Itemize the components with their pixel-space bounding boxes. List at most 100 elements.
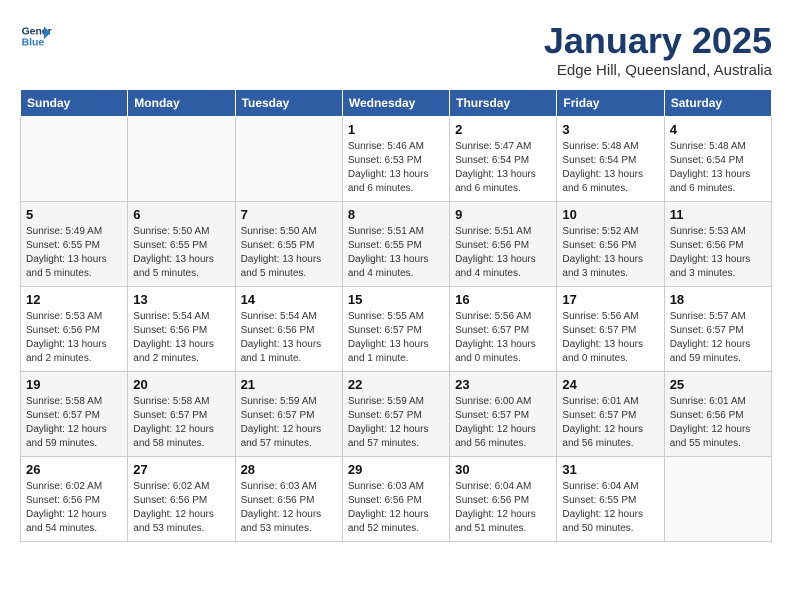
day-cell: 26 Sunrise: 6:02 AM Sunset: 6:56 PM Dayli… — [21, 457, 128, 542]
day-cell: 27Sunrise: 6:02 AM Sunset: 6:56 PM Dayli… — [128, 457, 235, 542]
day-number: 31 — [562, 462, 658, 477]
day-number: 21 — [241, 377, 337, 392]
day-number: 25 — [670, 377, 766, 392]
day-info: Sunrise: 5:56 AM Sunset: 6:57 PM Dayligh… — [455, 310, 551, 366]
col-header-thursday: Thursday — [450, 90, 557, 117]
day-cell: 17Sunrise: 5:56 AM Sunset: 6:57 PM Dayli… — [557, 287, 664, 372]
week-row-1: 1 Sunrise: 5:46 AM Sunset: 6:53 PM Daylig… — [21, 117, 772, 202]
day-number: 12 — [26, 292, 122, 307]
calendar-table: SundayMondayTuesdayWednesdayThursdayFrid… — [20, 89, 772, 542]
header-row: SundayMondayTuesdayWednesdayThursdayFrid… — [21, 90, 772, 117]
day-number: 11 — [670, 207, 766, 222]
day-cell — [128, 117, 235, 202]
day-cell: 13 Sunrise: 5:54 AM Sunset: 6:56 PM Dayli… — [128, 287, 235, 372]
day-info: Sunrise: 5:52 AM Sunset: 6:56 PM Dayligh… — [562, 225, 658, 281]
day-cell: 16 Sunrise: 5:56 AM Sunset: 6:57 PM Dayli… — [450, 287, 557, 372]
day-info: Sunrise: 6:01 AM Sunset: 6:56 PM Dayligh… — [670, 395, 766, 451]
day-number: 20 — [133, 377, 229, 392]
day-info: Sunrise: 5:57 AM Sunset: 6:57 PM Dayligh… — [670, 310, 766, 366]
day-info: Sunrise: 6:04 AM Sunset: 6:56 PM Dayligh… — [455, 480, 551, 536]
day-number: 4 — [670, 122, 766, 137]
day-number: 22 — [348, 377, 444, 392]
day-info: Sunrise: 6:01 AM Sunset: 6:57 PM Dayligh… — [562, 395, 658, 451]
col-header-sunday: Sunday — [21, 90, 128, 117]
day-number: 14 — [241, 292, 337, 307]
day-cell: 2 Sunrise: 5:47 AM Sunset: 6:54 PM Daylig… — [450, 117, 557, 202]
day-number: 26 — [26, 462, 122, 477]
day-cell: 29 Sunrise: 6:03 AM Sunset: 6:56 PM Dayli… — [342, 457, 449, 542]
day-number: 23 — [455, 377, 551, 392]
logo: General Blue — [20, 20, 52, 52]
day-cell: 10 Sunrise: 5:52 AM Sunset: 6:56 PM Dayli… — [557, 202, 664, 287]
logo-icon: General Blue — [20, 20, 52, 52]
day-info: Sunrise: 6:03 AM Sunset: 6:56 PM Dayligh… — [241, 480, 337, 536]
day-cell: 22Sunrise: 5:59 AM Sunset: 6:57 PM Dayli… — [342, 372, 449, 457]
day-info: Sunrise: 5:58 AM Sunset: 6:57 PM Dayligh… — [133, 395, 229, 451]
day-cell: 6Sunrise: 5:50 AM Sunset: 6:55 PM Daylig… — [128, 202, 235, 287]
day-cell: 30 Sunrise: 6:04 AM Sunset: 6:56 PM Dayli… — [450, 457, 557, 542]
day-number: 24 — [562, 377, 658, 392]
day-info: Sunrise: 5:55 AM Sunset: 6:57 PM Dayligh… — [348, 310, 444, 366]
week-row-2: 5Sunrise: 5:49 AM Sunset: 6:55 PM Daylig… — [21, 202, 772, 287]
header: General Blue January 2025 Edge Hill, Que… — [20, 20, 772, 79]
day-number: 18 — [670, 292, 766, 307]
day-number: 16 — [455, 292, 551, 307]
col-header-monday: Monday — [128, 90, 235, 117]
day-info: Sunrise: 5:50 AM Sunset: 6:55 PM Dayligh… — [241, 225, 337, 281]
day-number: 29 — [348, 462, 444, 477]
week-row-4: 19 Sunrise: 5:58 AM Sunset: 6:57 PM Dayli… — [21, 372, 772, 457]
day-number: 28 — [241, 462, 337, 477]
day-number: 27 — [133, 462, 229, 477]
day-cell: 7 Sunrise: 5:50 AM Sunset: 6:55 PM Daylig… — [235, 202, 342, 287]
day-number: 2 — [455, 122, 551, 137]
day-cell — [235, 117, 342, 202]
day-info: Sunrise: 5:59 AM Sunset: 6:57 PM Dayligh… — [241, 395, 337, 451]
week-row-5: 26 Sunrise: 6:02 AM Sunset: 6:56 PM Dayli… — [21, 457, 772, 542]
day-number: 10 — [562, 207, 658, 222]
day-number: 17 — [562, 292, 658, 307]
month-title: January 2025 — [544, 20, 772, 62]
day-cell: 24 Sunrise: 6:01 AM Sunset: 6:57 PM Dayli… — [557, 372, 664, 457]
day-cell: 12 Sunrise: 5:53 AM Sunset: 6:56 PM Dayli… — [21, 287, 128, 372]
day-info: Sunrise: 6:04 AM Sunset: 6:55 PM Dayligh… — [562, 480, 658, 536]
day-cell: 14 Sunrise: 5:54 AM Sunset: 6:56 PM Dayli… — [235, 287, 342, 372]
day-info: Sunrise: 5:48 AM Sunset: 6:54 PM Dayligh… — [562, 140, 658, 196]
day-cell: 5Sunrise: 5:49 AM Sunset: 6:55 PM Daylig… — [21, 202, 128, 287]
day-number: 19 — [26, 377, 122, 392]
day-info: Sunrise: 5:51 AM Sunset: 6:56 PM Dayligh… — [455, 225, 551, 281]
day-number: 13 — [133, 292, 229, 307]
day-cell: 31 Sunrise: 6:04 AM Sunset: 6:55 PM Dayli… — [557, 457, 664, 542]
day-info: Sunrise: 6:02 AM Sunset: 6:56 PM Dayligh… — [26, 480, 122, 536]
day-number: 30 — [455, 462, 551, 477]
day-cell: 19Sunrise: 5:58 AM Sunset: 6:57 PM Dayli… — [21, 372, 128, 457]
day-info: Sunrise: 5:47 AM Sunset: 6:54 PM Dayligh… — [455, 140, 551, 196]
day-number: 7 — [241, 207, 337, 222]
day-cell: 21 Sunrise: 5:59 AM Sunset: 6:57 PM Dayli… — [235, 372, 342, 457]
col-header-tuesday: Tuesday — [235, 90, 342, 117]
title-area: January 2025 Edge Hill, Queensland, Aust… — [544, 20, 772, 79]
day-cell: 28 Sunrise: 6:03 AM Sunset: 6:56 PM Dayli… — [235, 457, 342, 542]
day-number: 5 — [26, 207, 122, 222]
day-cell: 8Sunrise: 5:51 AM Sunset: 6:55 PM Daylig… — [342, 202, 449, 287]
day-info: Sunrise: 5:48 AM Sunset: 6:54 PM Dayligh… — [670, 140, 766, 196]
day-number: 9 — [455, 207, 551, 222]
day-info: Sunrise: 5:46 AM Sunset: 6:53 PM Dayligh… — [348, 140, 444, 196]
col-header-saturday: Saturday — [664, 90, 771, 117]
day-info: Sunrise: 5:54 AM Sunset: 6:56 PM Dayligh… — [241, 310, 337, 366]
day-cell: 20 Sunrise: 5:58 AM Sunset: 6:57 PM Dayli… — [128, 372, 235, 457]
day-cell — [664, 457, 771, 542]
day-cell: 25 Sunrise: 6:01 AM Sunset: 6:56 PM Dayli… — [664, 372, 771, 457]
day-info: Sunrise: 5:53 AM Sunset: 6:56 PM Dayligh… — [670, 225, 766, 281]
day-info: Sunrise: 6:03 AM Sunset: 6:56 PM Dayligh… — [348, 480, 444, 536]
day-cell: 4 Sunrise: 5:48 AM Sunset: 6:54 PM Daylig… — [664, 117, 771, 202]
day-cell: 9 Sunrise: 5:51 AM Sunset: 6:56 PM Daylig… — [450, 202, 557, 287]
day-info: Sunrise: 5:53 AM Sunset: 6:56 PM Dayligh… — [26, 310, 122, 366]
day-cell: 11 Sunrise: 5:53 AM Sunset: 6:56 PM Dayli… — [664, 202, 771, 287]
day-number: 1 — [348, 122, 444, 137]
day-number: 8 — [348, 207, 444, 222]
day-number: 15 — [348, 292, 444, 307]
day-cell: 1 Sunrise: 5:46 AM Sunset: 6:53 PM Daylig… — [342, 117, 449, 202]
svg-text:Blue: Blue — [22, 38, 45, 49]
day-cell: 18 Sunrise: 5:57 AM Sunset: 6:57 PM Dayli… — [664, 287, 771, 372]
day-info: Sunrise: 5:54 AM Sunset: 6:56 PM Dayligh… — [133, 310, 229, 366]
